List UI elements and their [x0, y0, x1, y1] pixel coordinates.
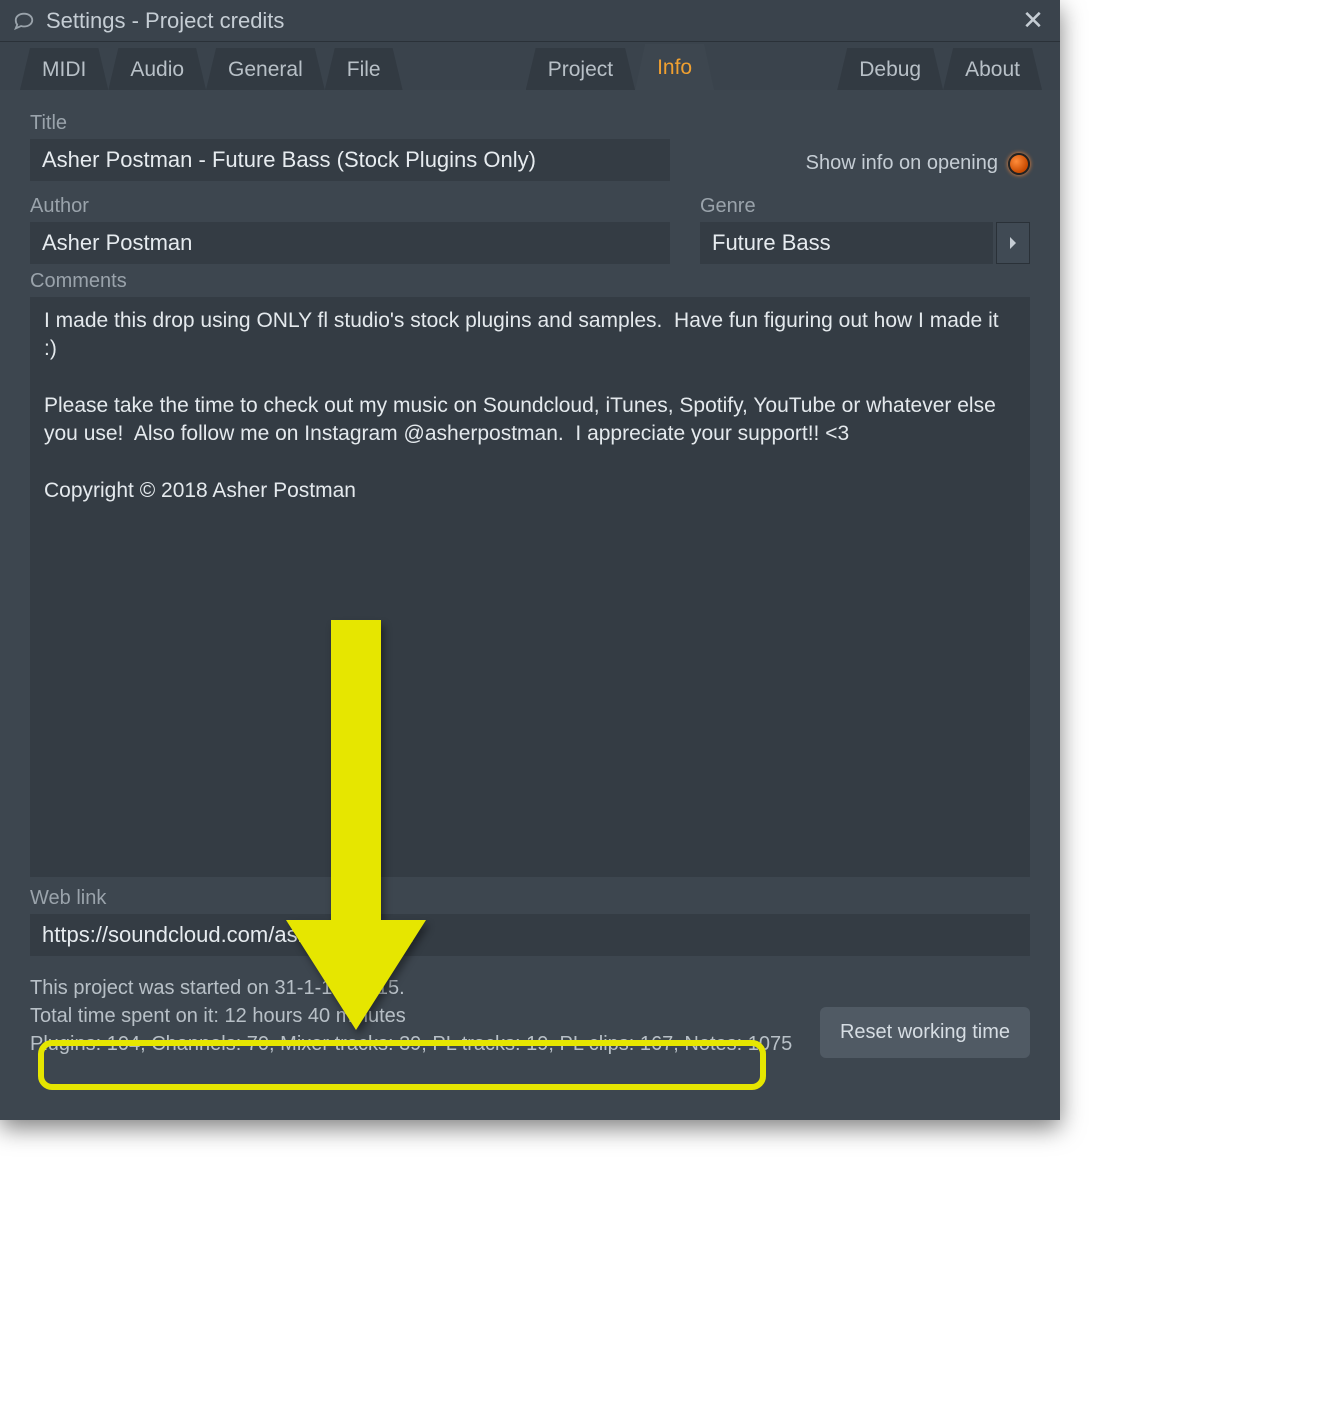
settings-window: Settings - Project credits ✕ MIDI Audio … — [0, 0, 1060, 1120]
project-stats-line: Plugins: 104, Channels: 70, Mixer tracks… — [30, 1030, 792, 1058]
author-label: Author — [30, 195, 670, 218]
tabs: MIDI Audio General File Project Info Deb… — [0, 42, 1060, 90]
showinfo-label: Show info on opening — [806, 152, 998, 175]
comment-icon — [12, 9, 36, 33]
showinfo-toggle[interactable] — [1008, 153, 1030, 175]
weblink-input[interactable] — [30, 914, 1030, 956]
titlebar: Settings - Project credits ✕ — [0, 0, 1060, 42]
weblink-label: Web link — [30, 887, 1030, 910]
tab-midi[interactable]: MIDI — [20, 48, 108, 90]
comments-label: Comments — [30, 270, 1030, 293]
genre-label: Genre — [700, 195, 1030, 218]
comments-textarea[interactable]: I made this drop using ONLY fl studio's … — [30, 297, 1030, 877]
tab-about[interactable]: About — [943, 48, 1042, 90]
time-spent-line: Total time spent on it: 12 hours 40 minu… — [30, 1002, 792, 1030]
genre-dropdown-button[interactable] — [996, 222, 1030, 264]
tab-project[interactable]: Project — [526, 48, 635, 90]
author-input[interactable] — [30, 222, 670, 264]
reset-working-time-button[interactable]: Reset working time — [820, 1007, 1030, 1058]
title-input[interactable] — [30, 139, 670, 181]
title-label: Title — [30, 112, 670, 135]
chevron-right-icon — [1008, 236, 1018, 250]
tab-general[interactable]: General — [206, 48, 325, 90]
tab-debug[interactable]: Debug — [837, 48, 943, 90]
close-icon[interactable]: ✕ — [1018, 6, 1048, 36]
tab-file[interactable]: File — [325, 48, 403, 90]
project-started-line: This project was started on 31-1-18 21:1… — [30, 974, 792, 1002]
genre-input[interactable] — [700, 222, 993, 264]
tab-info[interactable]: Info — [635, 44, 714, 90]
footer: This project was started on 31-1-18 21:1… — [30, 974, 1030, 1058]
window-title: Settings - Project credits — [46, 8, 1018, 34]
tab-audio[interactable]: Audio — [108, 48, 206, 90]
content: Title Show info on opening Author Genre — [0, 90, 1060, 1120]
